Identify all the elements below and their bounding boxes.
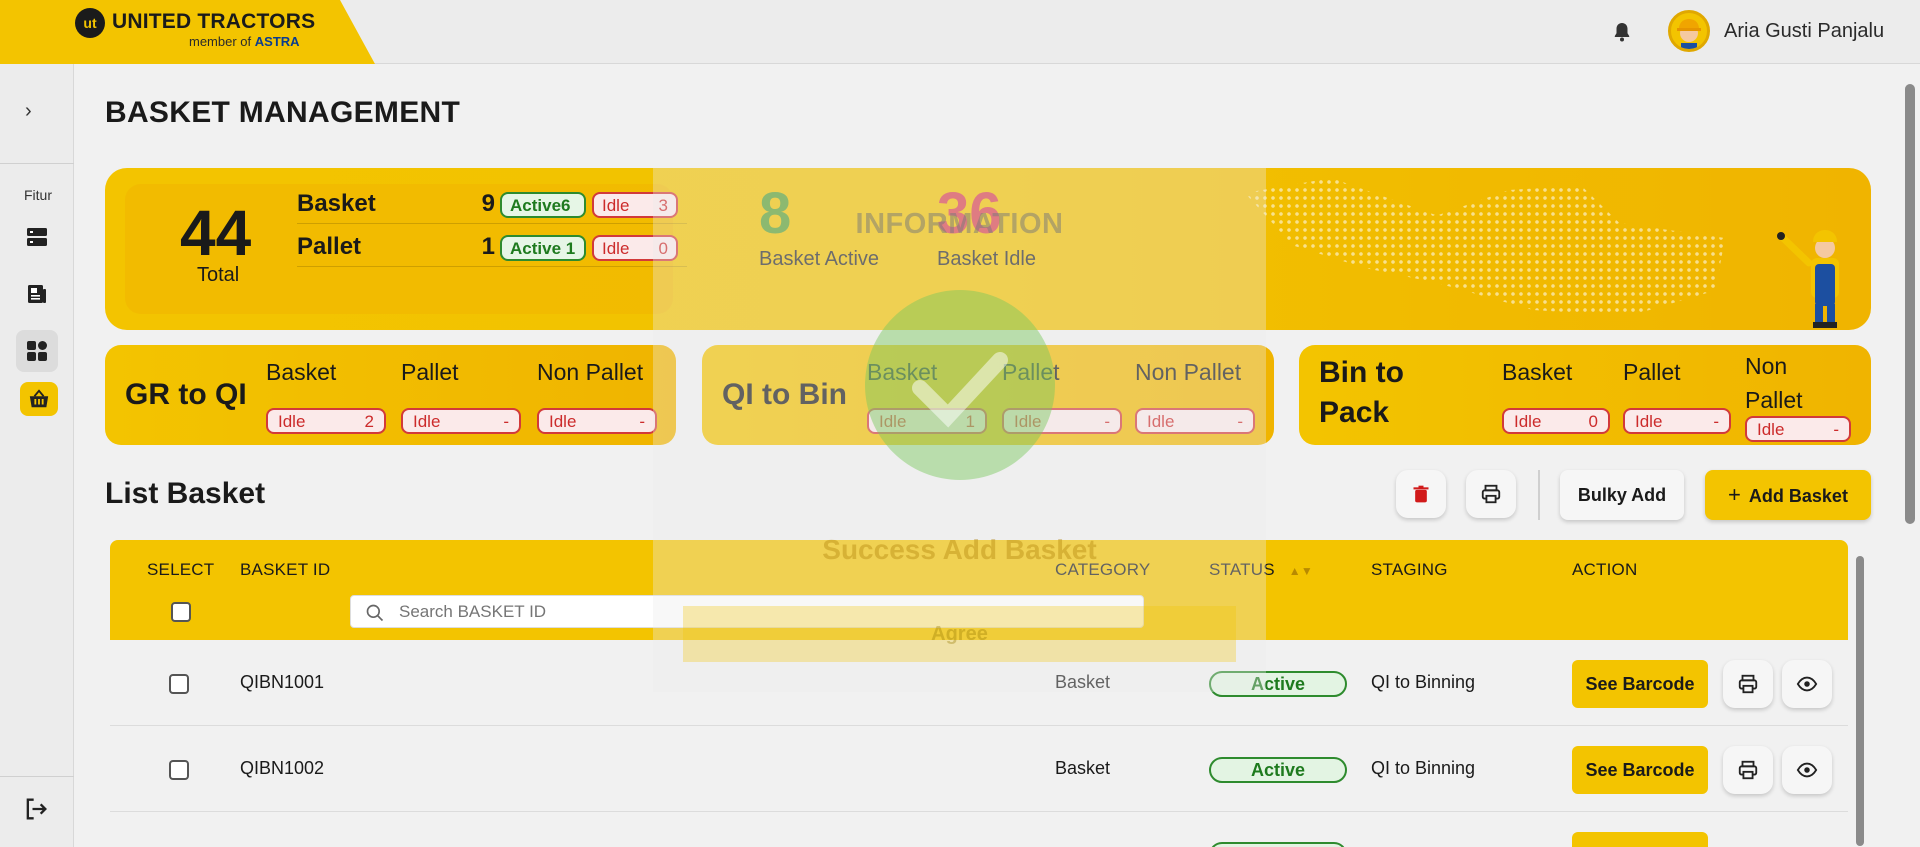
indonesia-map-illustration — [1245, 178, 1725, 316]
row-print-button[interactable] — [1723, 746, 1773, 794]
sidebar-item-server-list[interactable] — [16, 216, 58, 258]
stage-title: Bin to Pack — [1319, 356, 1404, 429]
row-print-button[interactable] — [1723, 660, 1773, 708]
idle-badge: Idle - — [1623, 408, 1731, 434]
see-barcode-button[interactable] — [1572, 832, 1708, 847]
brand-name: UNITED TRACTORS — [112, 10, 316, 33]
logout-icon[interactable] — [22, 795, 50, 828]
plus-icon: + — [1728, 482, 1741, 507]
printer-icon — [1738, 674, 1758, 694]
server-list-icon — [27, 228, 47, 246]
column-header-action: ACTION — [1572, 560, 1638, 579]
row-checkbox[interactable] — [169, 674, 189, 694]
top-bar: ut UNITED TRACTORS member of ASTRA Aria … — [0, 0, 1920, 64]
status-badge — [1209, 842, 1347, 847]
status-badge: Active — [1209, 757, 1347, 783]
print-button[interactable] — [1466, 470, 1516, 518]
basket-icon — [29, 389, 49, 408]
divider — [0, 776, 74, 777]
see-barcode-button[interactable]: See Barcode — [1572, 660, 1708, 708]
staging: QI to Binning — [1371, 672, 1476, 692]
table-scrollbar[interactable] — [1853, 540, 1867, 847]
trash-icon — [1413, 485, 1429, 503]
stage-card-gr-to-qi: GR to QI Basket Pallet Non Pallet Idle 2 … — [105, 345, 676, 445]
basket-id: QIBN1002 — [240, 758, 325, 778]
row-checkbox[interactable] — [169, 760, 189, 780]
sidebar-item-dashboard[interactable] — [16, 330, 58, 372]
idle-badge: Idle 0 — [1502, 408, 1610, 434]
sidebar-item-news[interactable] — [16, 273, 58, 315]
agree-button[interactable]: Agree — [683, 606, 1236, 662]
page-title: BASKET MANAGEMENT — [105, 96, 461, 129]
delete-button[interactable] — [1396, 470, 1446, 518]
eye-icon — [1796, 762, 1818, 778]
search-icon — [366, 604, 384, 622]
modal-message: Success Add Basket — [822, 534, 1097, 565]
divider — [0, 163, 74, 164]
active-badge: Active 1 — [500, 235, 586, 261]
notification-bell-icon[interactable] — [1610, 20, 1634, 44]
scrollbar-thumb[interactable] — [1905, 84, 1915, 524]
printer-icon — [1481, 484, 1501, 504]
sidebar-item-basket[interactable] — [20, 382, 58, 416]
sidebar: › Fitur — [0, 64, 74, 847]
eye-icon — [1796, 676, 1818, 692]
idle-badge: Idle - — [401, 408, 521, 434]
summary-row-basket: Basket 9 Active6 Idle 3 — [297, 184, 687, 224]
sidebar-expand-chevron-icon[interactable]: › — [25, 100, 32, 123]
row-view-button[interactable] — [1782, 746, 1832, 794]
sort-icon[interactable]: ▲▼ — [1289, 564, 1313, 578]
newspaper-icon — [28, 285, 46, 303]
printer-icon — [1738, 760, 1758, 780]
brand-logo[interactable]: ut UNITED TRACTORS member of ASTRA — [0, 0, 375, 64]
idle-badge: Idle 2 — [266, 408, 386, 434]
table-row — [110, 812, 1848, 847]
summary-row-pallet: Pallet 1 Active 1 Idle 0 — [297, 227, 687, 267]
brand-mark-icon: ut — [75, 8, 105, 38]
select-all-checkbox[interactable] — [171, 602, 191, 622]
add-basket-button[interactable]: + Add Basket — [1705, 470, 1871, 520]
worker-illustration — [1777, 230, 1839, 328]
bulky-add-button[interactable]: Bulky Add — [1560, 470, 1684, 520]
brand-tagline: member of ASTRA — [189, 34, 300, 49]
summary-card: 44 Total Basket 9 Active6 Idle 3 Pallet 1… — [125, 184, 687, 314]
user-name[interactable]: Aria Gusti Panjalu — [1724, 20, 1884, 43]
idle-badge: Idle - — [537, 408, 657, 434]
table-row: QIBN1002 Basket Active QI to Binning See… — [110, 726, 1848, 812]
idle-badge: Idle - — [1745, 416, 1851, 442]
category: Basket — [1055, 758, 1111, 778]
success-check-icon — [865, 290, 1055, 480]
column-header-basket-id: BASKET ID — [240, 560, 331, 579]
divider — [1538, 470, 1540, 520]
modal-title: INFORMATION — [855, 208, 1064, 240]
scrollbar-thumb[interactable] — [1856, 556, 1864, 846]
dashboard-grid-icon — [27, 341, 47, 361]
total-count: 44 — [180, 197, 252, 269]
basket-id: QIBN1001 — [240, 672, 325, 692]
column-header-select: SELECT — [147, 560, 215, 579]
avatar[interactable] — [1668, 10, 1710, 52]
stage-title: GR to QI — [125, 378, 247, 411]
stage-card-bin-to-pack: Bin to Pack Basket Pallet Non Pallet Idle 0… — [1299, 345, 1871, 445]
success-modal: INFORMATION Success Add Basket Agree — [653, 168, 1266, 692]
see-barcode-button[interactable]: See Barcode — [1572, 746, 1708, 794]
sidebar-section-label: Fitur — [24, 187, 52, 203]
row-view-button[interactable] — [1782, 660, 1832, 708]
page-scrollbar[interactable] — [1900, 64, 1920, 847]
total-label: Total — [197, 264, 240, 286]
column-header-staging: STAGING — [1371, 560, 1448, 579]
list-title: List Basket — [105, 477, 266, 510]
staging: QI to Binning — [1371, 758, 1476, 778]
active-badge: Active6 — [500, 192, 586, 218]
